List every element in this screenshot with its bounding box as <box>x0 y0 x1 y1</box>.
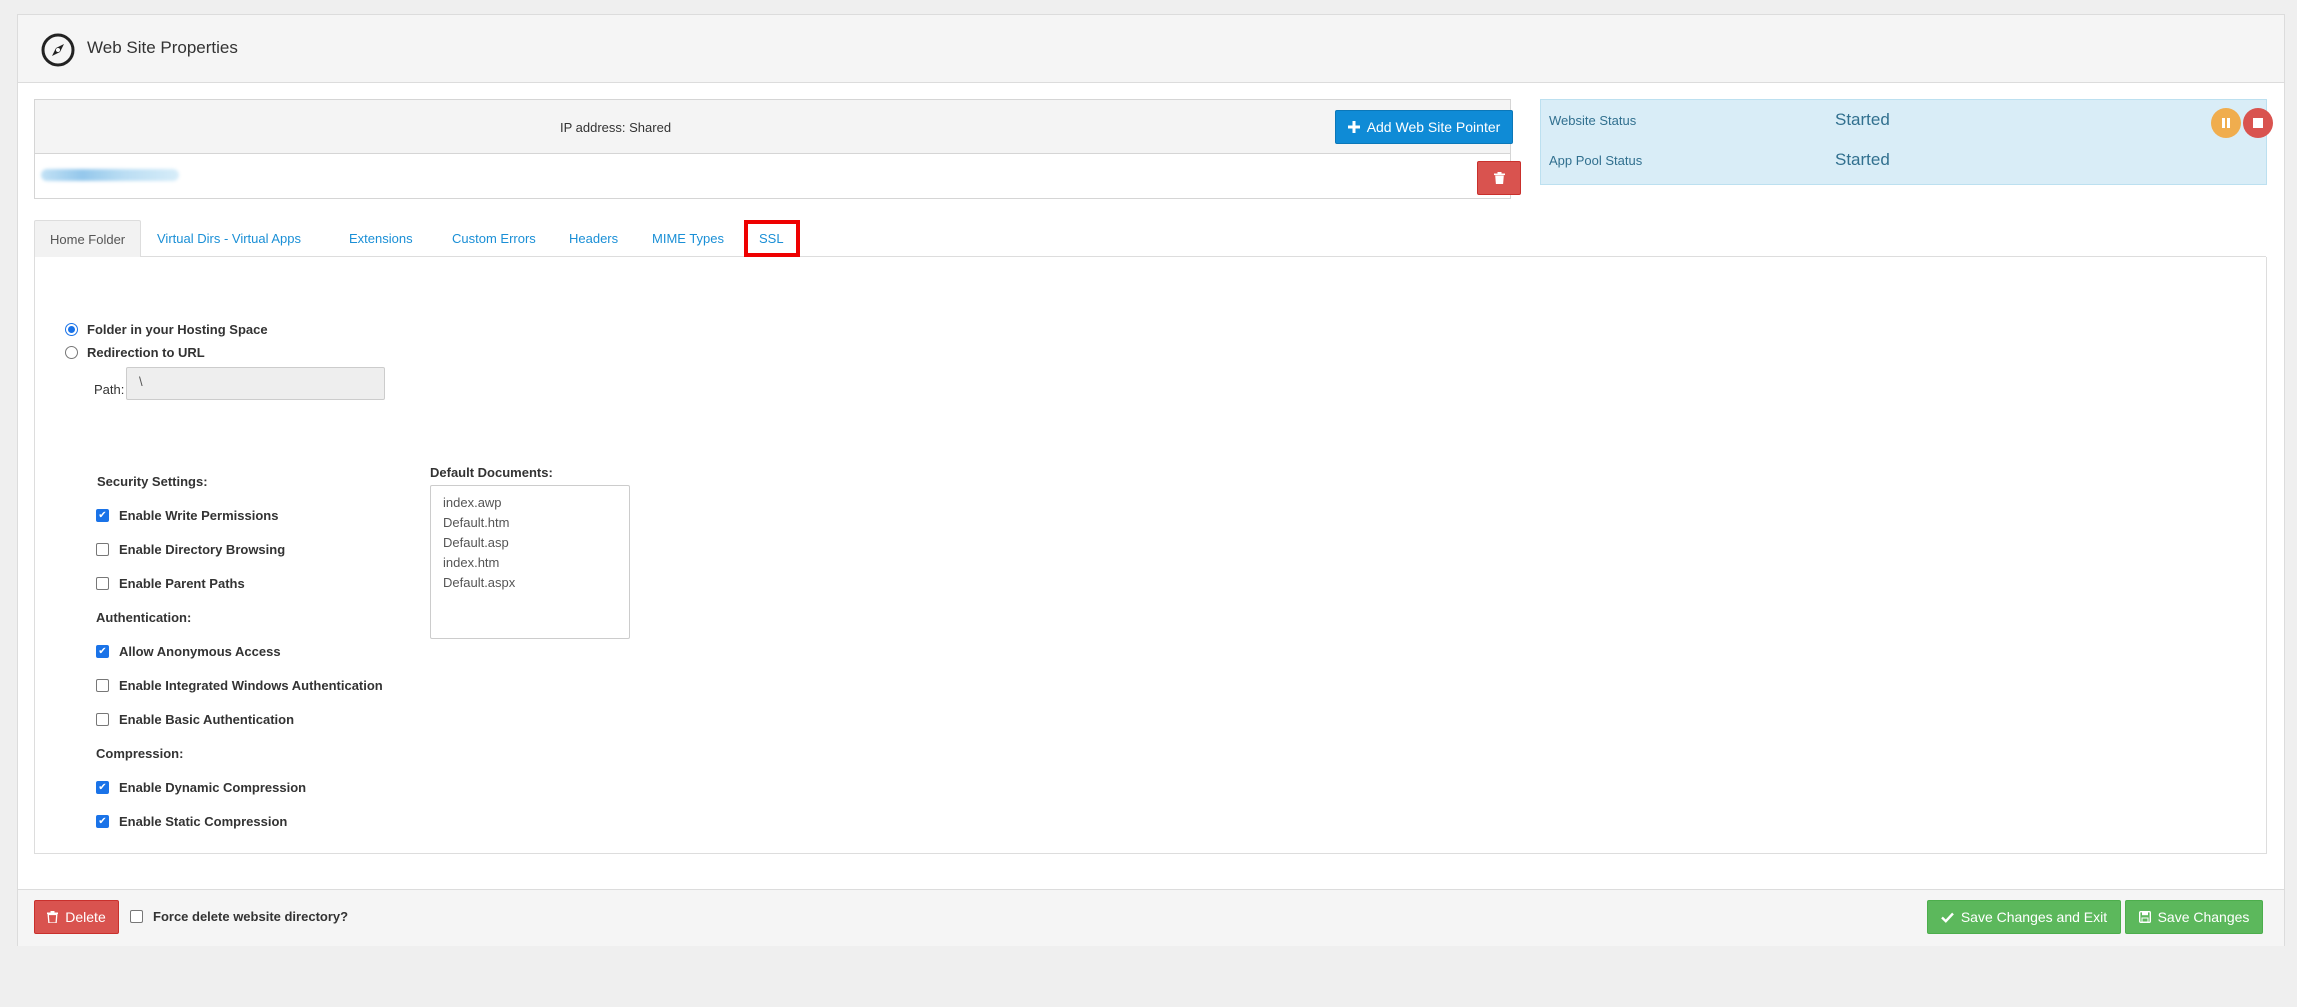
radio-redirect-label: Redirection to URL <box>87 345 205 360</box>
trash-icon <box>1493 172 1505 184</box>
checkbox-label: Enable Directory Browsing <box>119 542 286 557</box>
panel-heading: Web Site Properties <box>18 15 2284 83</box>
checkbox-label: Allow Anonymous Access <box>119 644 281 659</box>
radio-folder-label: Folder in your Hosting Space <box>87 322 268 337</box>
checkbox-label: Enable Write Permissions <box>119 508 279 523</box>
save-changes-and-exit-button[interactable]: Save Changes and Exit <box>1927 900 2121 934</box>
checkbox-write-permissions[interactable]: ✔ Enable Write Permissions <box>96 508 278 523</box>
radio-folder-hosting-space[interactable]: Folder in your Hosting Space <box>65 322 268 337</box>
checkbox[interactable] <box>96 543 109 556</box>
default-document-item: index.htm <box>443 555 500 570</box>
tab-headers[interactable]: Headers <box>554 220 633 257</box>
tab-mime-types[interactable]: MIME Types <box>637 220 739 257</box>
stop-icon <box>2253 118 2263 128</box>
checkbox-anonymous-access[interactable]: ✔ Allow Anonymous Access <box>96 644 281 659</box>
domain-link-redacted[interactable] <box>41 169 179 181</box>
radio-redirection-url[interactable]: Redirection to URL <box>65 345 205 360</box>
radio-button[interactable] <box>65 346 78 359</box>
checkbox-label: Enable Static Compression <box>119 814 288 829</box>
save-changes-button[interactable]: Save Changes <box>2125 900 2263 934</box>
checkbox-label: Enable Integrated Windows Authentication <box>119 678 383 693</box>
web-site-properties-panel: Web Site Properties IP address: Shared A… <box>17 14 2285 946</box>
authentication-heading: Authentication: <box>96 610 192 625</box>
website-status-value: Started <box>1835 110 1890 129</box>
checkbox[interactable] <box>96 577 109 590</box>
app-pool-status-label: App Pool Status <box>1549 153 1643 168</box>
path-input[interactable]: \ <box>126 367 385 400</box>
tab-custom-errors[interactable]: Custom Errors <box>437 220 551 257</box>
checkbox-dynamic-compression[interactable]: ✔ Enable Dynamic Compression <box>96 780 306 795</box>
stop-website-button[interactable] <box>2243 108 2273 138</box>
default-document-item: Default.aspx <box>443 575 516 590</box>
panel-footer: Delete Force delete website directory? S… <box>18 889 2284 946</box>
app-pool-status-value: Started <box>1835 150 1890 169</box>
compass-icon <box>41 33 75 67</box>
delete-website-button[interactable]: Delete <box>34 900 119 934</box>
security-settings-heading: Security Settings: <box>97 474 208 489</box>
force-delete-checkbox[interactable] <box>130 910 143 923</box>
checkbox-checked[interactable]: ✔ <box>96 645 109 658</box>
default-document-item: index.awp <box>443 495 502 510</box>
save-changes-label: Save Changes <box>2157 909 2250 925</box>
tab-home-folder[interactable]: Home Folder <box>34 220 142 258</box>
checkbox-parent-paths[interactable]: Enable Parent Paths <box>96 576 245 591</box>
ip-address-label: IP address: Shared <box>560 120 672 135</box>
checkbox-checked[interactable]: ✔ <box>96 815 109 828</box>
delete-label: Delete <box>65 909 106 925</box>
default-document-item: Default.asp <box>443 535 509 550</box>
tab-virtual-dirs[interactable]: Virtual Dirs - Virtual Apps <box>142 220 316 257</box>
default-documents-label: Default Documents: <box>430 465 553 480</box>
floppy-disk-icon <box>2138 911 2151 923</box>
checkbox-integrated-windows-auth[interactable]: Enable Integrated Windows Authentication <box>96 678 383 693</box>
checkbox-label: Enable Dynamic Compression <box>119 780 307 795</box>
tab-extensions[interactable]: Extensions <box>334 220 428 257</box>
pause-icon <box>2222 118 2230 128</box>
checkbox-label: Enable Basic Authentication <box>119 712 295 727</box>
force-delete-checkbox-row[interactable]: Force delete website directory? <box>130 909 348 924</box>
save-changes-and-exit-label: Save Changes and Exit <box>1960 909 2108 925</box>
plus-icon <box>1347 121 1360 133</box>
add-web-site-pointer-button[interactable]: Add Web Site Pointer <box>1335 110 1513 144</box>
checkbox-basic-auth[interactable]: Enable Basic Authentication <box>96 712 294 727</box>
checkbox[interactable] <box>96 713 109 726</box>
tab-ssl[interactable]: SSL <box>744 220 800 257</box>
path-label: Path: <box>94 382 125 397</box>
home-folder-tab-content: Folder in your Hosting Space Redirection… <box>34 257 2267 854</box>
pause-website-button[interactable] <box>2211 108 2241 138</box>
pointers-header: IP address: Shared Add Web Site Pointer <box>35 100 1513 154</box>
compression-heading: Compression: <box>96 746 184 761</box>
checkbox-checked[interactable]: ✔ <box>96 781 109 794</box>
checkbox-directory-browsing[interactable]: Enable Directory Browsing <box>96 542 285 557</box>
tab-bar: Home Folder Virtual Dirs - Virtual Apps … <box>34 220 2266 258</box>
status-panel: Website Status Started App Pool Status S… <box>1540 99 2273 185</box>
radio-button-selected[interactable] <box>65 323 78 336</box>
page-title: Web Site Properties <box>87 38 238 57</box>
trash-icon <box>47 911 59 923</box>
checkbox[interactable] <box>96 679 109 692</box>
add-web-site-pointer-label: Add Web Site Pointer <box>1366 119 1501 135</box>
default-document-item: Default.htm <box>443 515 510 530</box>
check-icon <box>1940 912 1954 923</box>
web-site-pointers: IP address: Shared Add Web Site Pointer <box>34 99 1521 199</box>
force-delete-label: Force delete website directory? <box>153 909 349 924</box>
website-status-label: Website Status <box>1549 113 1637 128</box>
checkbox-label: Enable Parent Paths <box>119 576 245 591</box>
delete-pointer-button[interactable] <box>1477 161 1521 195</box>
default-documents-textarea[interactable]: index.awp Default.htm Default.asp index.… <box>430 485 630 639</box>
checkbox-checked[interactable]: ✔ <box>96 509 109 522</box>
checkbox-static-compression[interactable]: ✔ Enable Static Compression <box>96 814 287 829</box>
